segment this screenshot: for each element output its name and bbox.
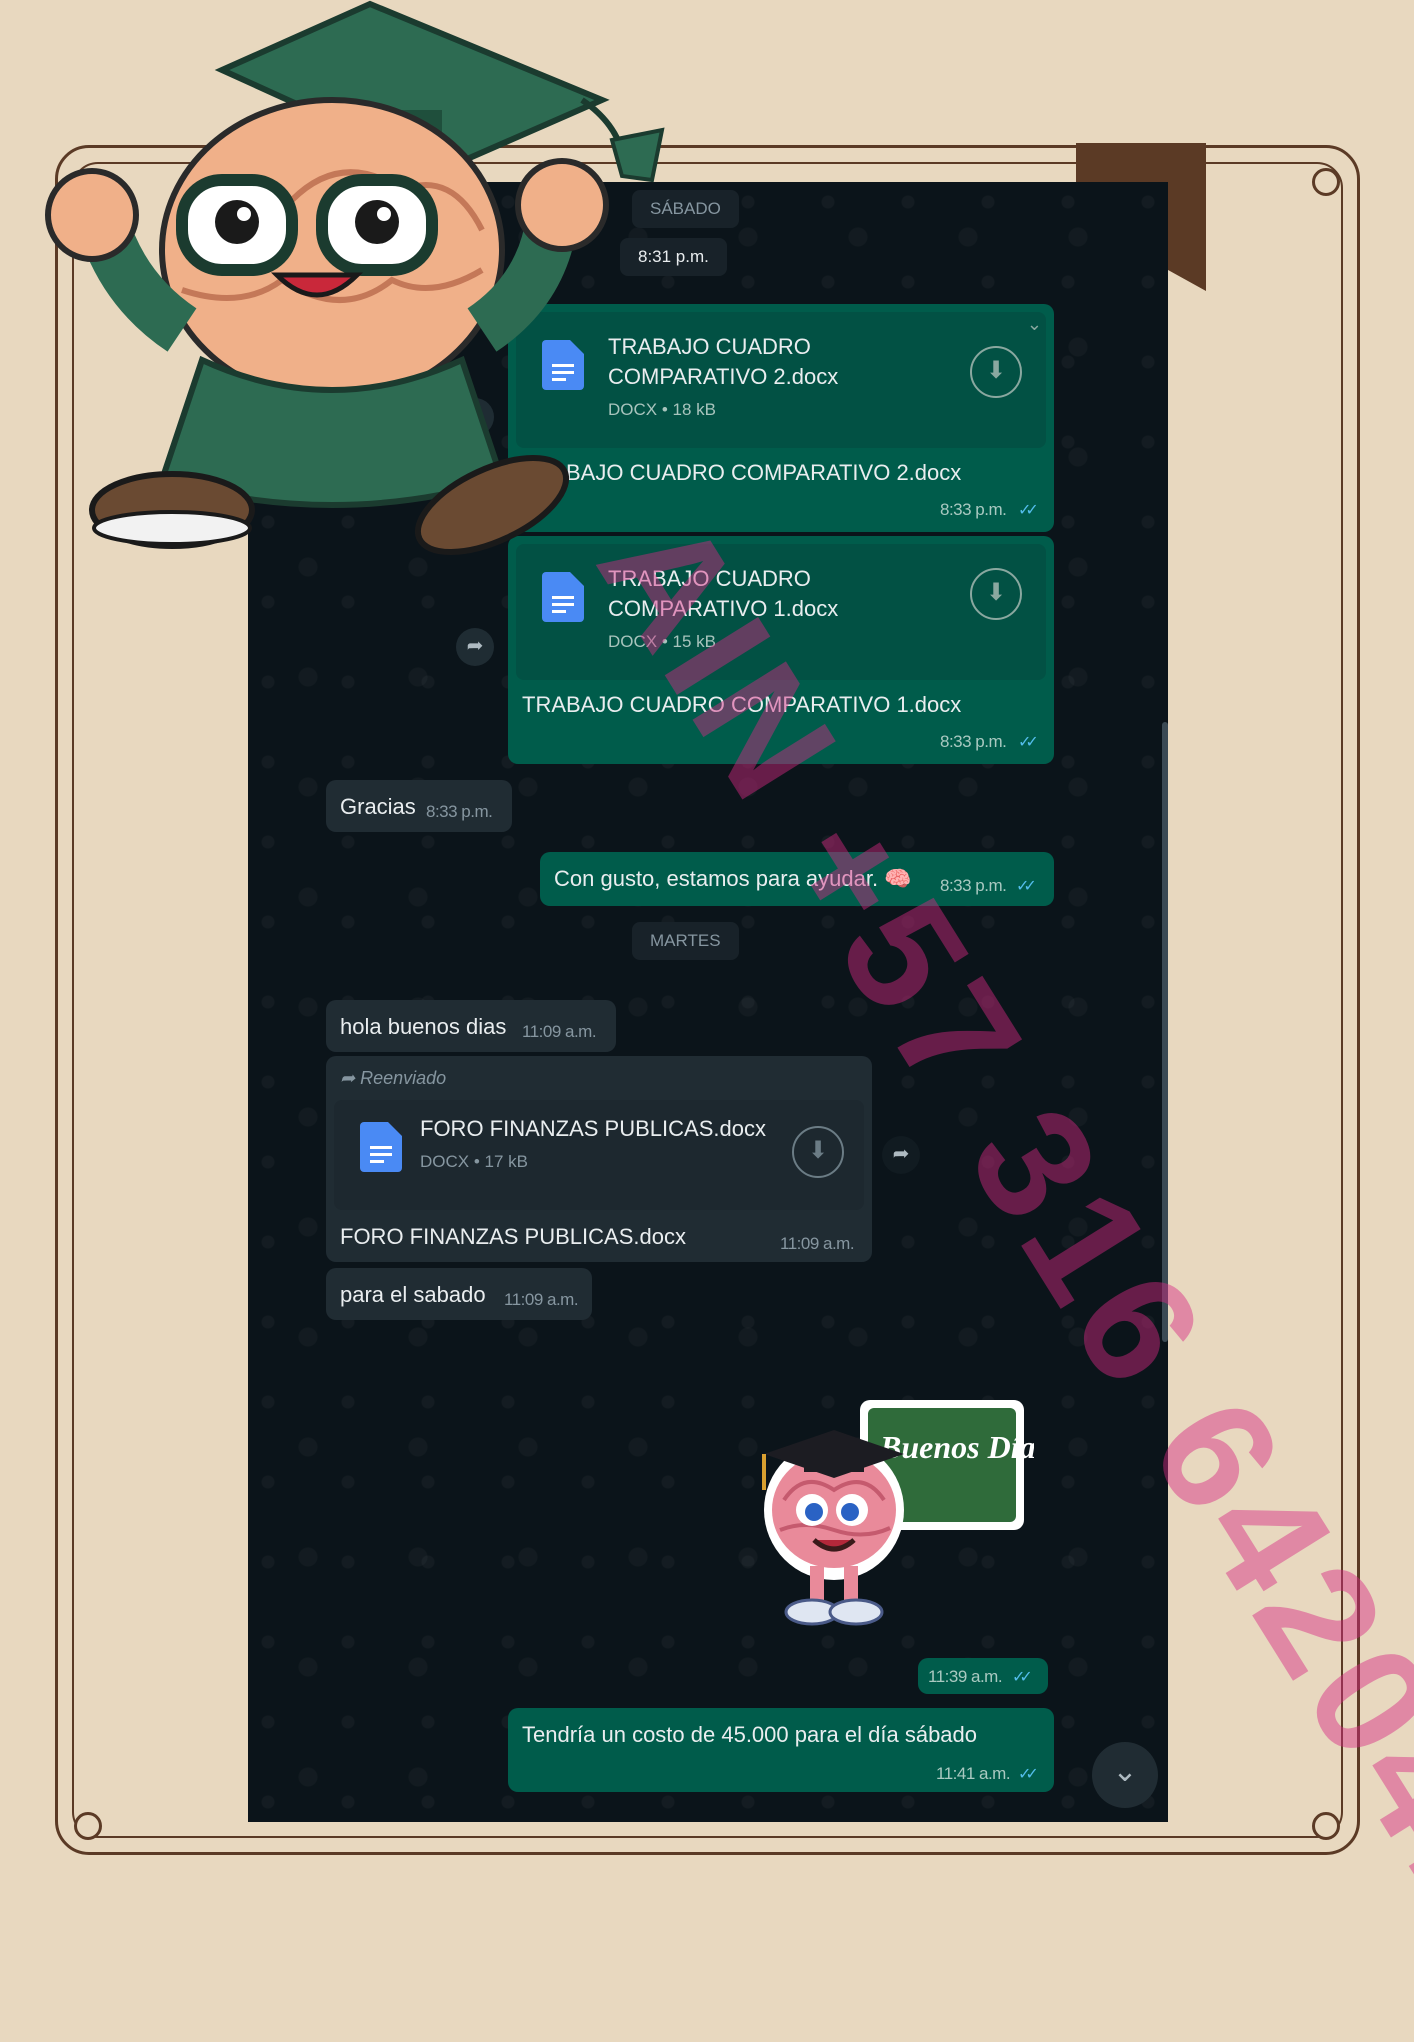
download-icon[interactable]: ⬇ [792,1126,844,1178]
frame-corner-ornament [1312,1812,1340,1840]
message-para-el-sabado[interactable]: para el sabado 11:09 a.m. [326,1268,592,1320]
message-text: Gracias [340,794,416,819]
doc-caption: FORO FINANZAS PUBLICAS.docx [340,1224,686,1249]
forwarded-arrow-icon: ➦ [340,1068,361,1088]
forwarded-label: ➦ Reenviado [340,1068,446,1089]
message-text: para el sabado [340,1282,486,1307]
scroll-down-chevron-icon[interactable]: ⌄ [1092,1742,1158,1808]
read-ticks-icon: ✓✓ [1018,734,1039,751]
message-time: 8:33 p.m. [426,802,493,821]
chevron-down-icon[interactable]: ⌄ [1027,314,1042,335]
frame-corner-ornament [74,1812,102,1840]
forward-icon[interactable]: ➦ [456,628,494,666]
sticker-text: Buenos Días! [879,1429,1034,1465]
message-time: 8:33 p.m. [940,732,1007,751]
message-gracias[interactable]: Gracias 8:33 p.m. [326,780,512,832]
message-time: 11:09 a.m. [504,1290,579,1309]
message-time: 8:33 p.m. [940,500,1007,519]
forwarded-text: Reenviado [360,1068,447,1088]
message-text: Tendría un costo de 45.000 para el día s… [522,1722,978,1747]
message-time: 11:09 a.m. [522,1022,597,1041]
frame-corner-ornament [1312,168,1340,196]
brain-sticker-image[interactable]: Buenos Días! [744,1380,1034,1640]
read-ticks-icon: ✓✓ [1016,878,1037,895]
read-ticks-icon: ✓✓ [1018,1766,1039,1783]
message-time: 11:39 a.m. [928,1667,1003,1686]
sticker-time-chip: 11:39 a.m. ✓✓ [918,1658,1048,1694]
message-costo[interactable]: Tendría un costo de 45.000 para el día s… [508,1708,1054,1792]
doc-name: FORO FINANZAS PUBLICAS.docx [420,1116,766,1141]
message-text: hola buenos dias [340,1014,507,1039]
message-time: 11:09 a.m. [780,1234,855,1253]
day-label-tuesday: MARTES [632,922,739,960]
message-hola[interactable]: hola buenos dias 11:09 a.m. [326,1000,616,1052]
download-icon[interactable]: ⬇ [970,568,1022,620]
read-ticks-icon: ✓✓ [1018,502,1039,519]
read-ticks-icon: ✓✓ [1012,1669,1033,1686]
doc-attachment[interactable]: FORO FINANZAS PUBLICAS.docx DOCX • 17 kB… [334,1100,864,1210]
docx-file-icon [360,1122,402,1172]
download-icon[interactable]: ⬇ [970,346,1022,398]
message-foro-finanzas[interactable]: ➦ Reenviado FORO FINANZAS PUBLICAS.docx … [326,1056,872,1262]
doc-meta: DOCX • 17 kB [420,1152,528,1171]
brain-graduate-mascot-icon [45,0,665,555]
message-time: 11:41 a.m. [936,1764,1011,1783]
